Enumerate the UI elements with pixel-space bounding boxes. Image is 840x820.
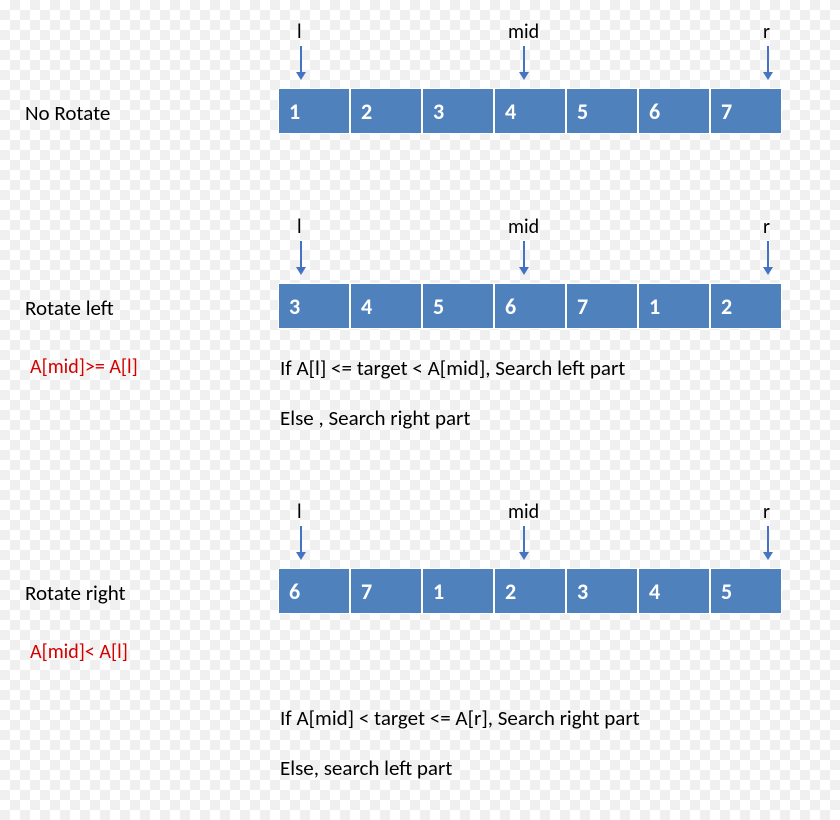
ptr-mid-label: mid: [508, 215, 539, 239]
ptr-r-label: r: [763, 500, 770, 524]
cell: 6: [638, 88, 710, 134]
arrow-l: [300, 46, 302, 74]
rule-line-2: Else, search left part: [280, 755, 452, 781]
array-row-3: 6 7 1 2 3 4 5: [278, 568, 782, 614]
ptr-mid-label: mid: [508, 500, 539, 524]
cell: 3: [278, 283, 350, 329]
arrow-r: [767, 526, 769, 554]
ptr-l-label: l: [297, 500, 302, 524]
condition-label: A[mid]>= A[l]: [30, 355, 138, 379]
cell: 6: [278, 568, 350, 614]
ptr-l-label: l: [297, 215, 302, 239]
cell: 5: [566, 88, 638, 134]
cell: 4: [494, 88, 566, 134]
arrow-r: [767, 241, 769, 269]
section-title: Rotate right: [25, 580, 126, 606]
cell: 2: [350, 88, 422, 134]
cell: 2: [710, 283, 782, 329]
section-title: No Rotate: [25, 100, 110, 126]
arrow-mid: [523, 526, 525, 554]
ptr-r-label: r: [763, 215, 770, 239]
cell: 3: [422, 88, 494, 134]
rule-line-2: Else , Search right part: [280, 405, 470, 431]
cell: 7: [566, 283, 638, 329]
cell: 5: [422, 283, 494, 329]
cell: 5: [710, 568, 782, 614]
arrow-mid: [523, 46, 525, 74]
cell: 4: [638, 568, 710, 614]
section-title: Rotate left: [25, 295, 114, 321]
ptr-l-label: l: [297, 20, 302, 44]
condition-label: A[mid]< A[l]: [30, 640, 128, 664]
arrow-l: [300, 526, 302, 554]
cell: 7: [350, 568, 422, 614]
cell: 1: [638, 283, 710, 329]
cell: 1: [278, 88, 350, 134]
array-row-2: 3 4 5 6 7 1 2: [278, 283, 782, 329]
rule-line-1: If A[l] <= target < A[mid], Search left …: [280, 355, 625, 381]
ptr-mid-label: mid: [508, 20, 539, 44]
ptr-r-label: r: [763, 20, 770, 44]
arrow-mid: [523, 241, 525, 269]
cell: 6: [494, 283, 566, 329]
cell: 3: [566, 568, 638, 614]
cell: 7: [710, 88, 782, 134]
cell: 1: [422, 568, 494, 614]
array-row-1: 1 2 3 4 5 6 7: [278, 88, 782, 134]
cell: 2: [494, 568, 566, 614]
rule-line-1: If A[mid] < target <= A[r], Search right…: [280, 705, 640, 731]
arrow-l: [300, 241, 302, 269]
arrow-r: [767, 46, 769, 74]
cell: 4: [350, 283, 422, 329]
